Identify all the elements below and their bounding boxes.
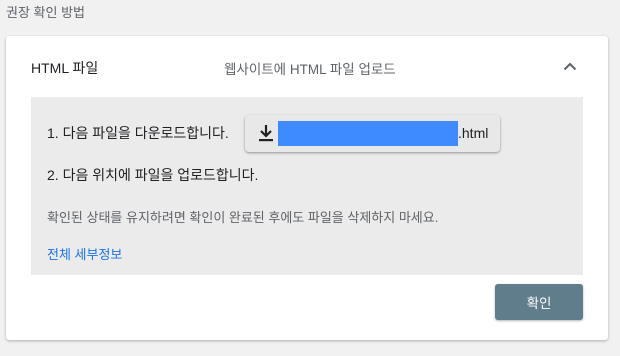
verification-method-card: HTML 파일 웹사이트에 HTML 파일 업로드 1. 다음 파일을 다운로드… [6, 36, 608, 340]
full-details-link[interactable]: 전체 세부정보 [47, 244, 122, 263]
method-name: HTML 파일 [31, 60, 99, 76]
method-header[interactable]: HTML 파일 웹사이트에 HTML 파일 업로드 [6, 36, 608, 96]
section-label: 권장 확인 방법 [6, 5, 85, 20]
step-1-text: 1. 다음 파일을 다운로드합니다. [47, 125, 229, 141]
step-2-text: 2. 다음 위치에 파일을 업로드합니다. [47, 167, 259, 183]
method-description: 웹사이트에 HTML 파일 업로드 [224, 62, 396, 77]
download-file-button[interactable]: .html [245, 115, 500, 152]
instructions-panel: 1. 다음 파일을 다운로드합니다. .html 2. 다음 위치에 파일을 업… [31, 97, 583, 275]
confirm-button[interactable]: 확인 [495, 284, 583, 320]
download-icon [259, 125, 273, 142]
chevron-up-icon [563, 62, 577, 70]
filename-redaction [278, 121, 458, 146]
filename-extension: .html [458, 125, 489, 141]
collapse-button[interactable] [556, 52, 584, 80]
keep-file-note: 확인된 상태를 유지하려면 확인이 완료된 후에도 파일을 삭제하지 마세요. [47, 210, 439, 225]
